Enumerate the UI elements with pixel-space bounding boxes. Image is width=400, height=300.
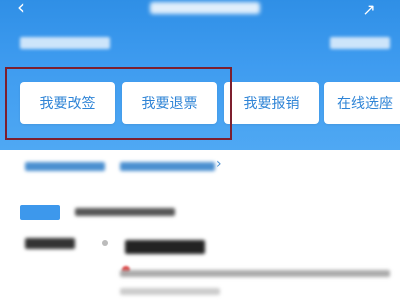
back-icon[interactable]: ‹ bbox=[10, 0, 32, 19]
change-ticket-button[interactable]: 我要改签 bbox=[20, 82, 115, 124]
ticket-meta-secondary-blurred bbox=[120, 288, 220, 295]
share-icon[interactable]: ↗ bbox=[358, 0, 380, 20]
station-name-blurred bbox=[125, 240, 205, 254]
timeline-dot bbox=[102, 240, 108, 246]
ticket-meta-blurred bbox=[120, 270, 390, 277]
details-link-blurred[interactable] bbox=[25, 162, 105, 171]
trip-info-left-blurred bbox=[20, 37, 110, 49]
reimburse-button[interactable]: 我要报销 bbox=[224, 82, 319, 124]
order-header: ‹ ↗ 我要改签 我要退票 我要报销 在线选座 bbox=[0, 0, 400, 150]
chevron-right-icon: › bbox=[216, 156, 222, 172]
order-details: › bbox=[0, 150, 400, 300]
rules-link-blurred[interactable] bbox=[120, 162, 215, 171]
ticket-actions-bar: 我要改签 我要退票 我要报销 在线选座 bbox=[0, 82, 400, 124]
train-subtitle-blurred bbox=[75, 208, 175, 216]
train-badge bbox=[20, 205, 60, 220]
page-title-blurred bbox=[150, 2, 260, 14]
refund-ticket-button[interactable]: 我要退票 bbox=[122, 82, 217, 124]
departure-time-blurred bbox=[25, 238, 75, 249]
online-seat-selection-button[interactable]: 在线选座 bbox=[324, 82, 400, 124]
trip-info-right-blurred bbox=[330, 37, 390, 49]
